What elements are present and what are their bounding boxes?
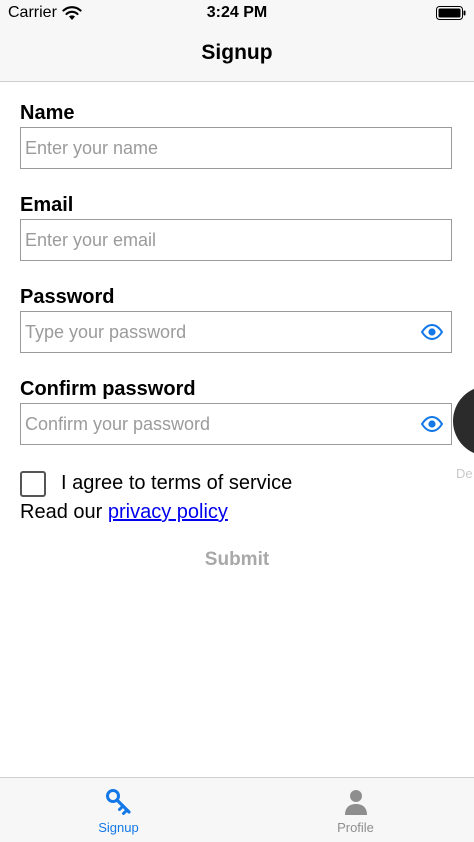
- eye-icon[interactable]: [421, 416, 443, 432]
- terms-label: I agree to terms of service: [61, 472, 293, 494]
- submit-button[interactable]: Submit: [0, 549, 474, 571]
- password-field[interactable]: [20, 311, 452, 353]
- page-title: Signup: [201, 41, 273, 64]
- confirm-password-label: Confirm password: [20, 378, 196, 400]
- tab-profile-label: Profile: [337, 820, 374, 835]
- email-label: Email: [20, 194, 74, 216]
- tab-bar: Signup Profile: [0, 777, 474, 842]
- floating-button-label: De: [456, 466, 473, 481]
- tab-signup-label: Signup: [98, 820, 139, 835]
- confirm-password-input[interactable]: [25, 404, 405, 444]
- battery-icon: [436, 6, 466, 20]
- floating-action-button[interactable]: [453, 386, 474, 456]
- privacy-line: Read our privacy policy: [20, 501, 228, 524]
- password-label: Password: [20, 286, 115, 308]
- person-icon: [345, 790, 367, 815]
- name-label: Name: [20, 102, 75, 124]
- navigation-bar: Signup: [0, 28, 474, 82]
- tab-signup[interactable]: Signup: [0, 778, 237, 842]
- terms-checkbox[interactable]: [20, 471, 46, 497]
- eye-icon[interactable]: [421, 324, 443, 340]
- confirm-password-field[interactable]: [20, 403, 452, 445]
- name-field[interactable]: [20, 127, 452, 169]
- name-input[interactable]: [25, 128, 405, 168]
- tab-profile[interactable]: Profile: [237, 778, 474, 842]
- password-input[interactable]: [25, 312, 405, 352]
- privacy-prefix: Read our: [20, 501, 108, 523]
- email-input[interactable]: [25, 220, 405, 260]
- privacy-policy-link[interactable]: privacy policy: [108, 501, 228, 523]
- email-field[interactable]: [20, 219, 452, 261]
- status-time: 3:24 PM: [206, 4, 268, 21]
- key-icon: [106, 789, 131, 815]
- signup-screen: Carrier 3:24 PM Signup Name Email Passwo…: [0, 0, 474, 842]
- status-bar: Carrier 3:24 PM: [0, 0, 474, 28]
